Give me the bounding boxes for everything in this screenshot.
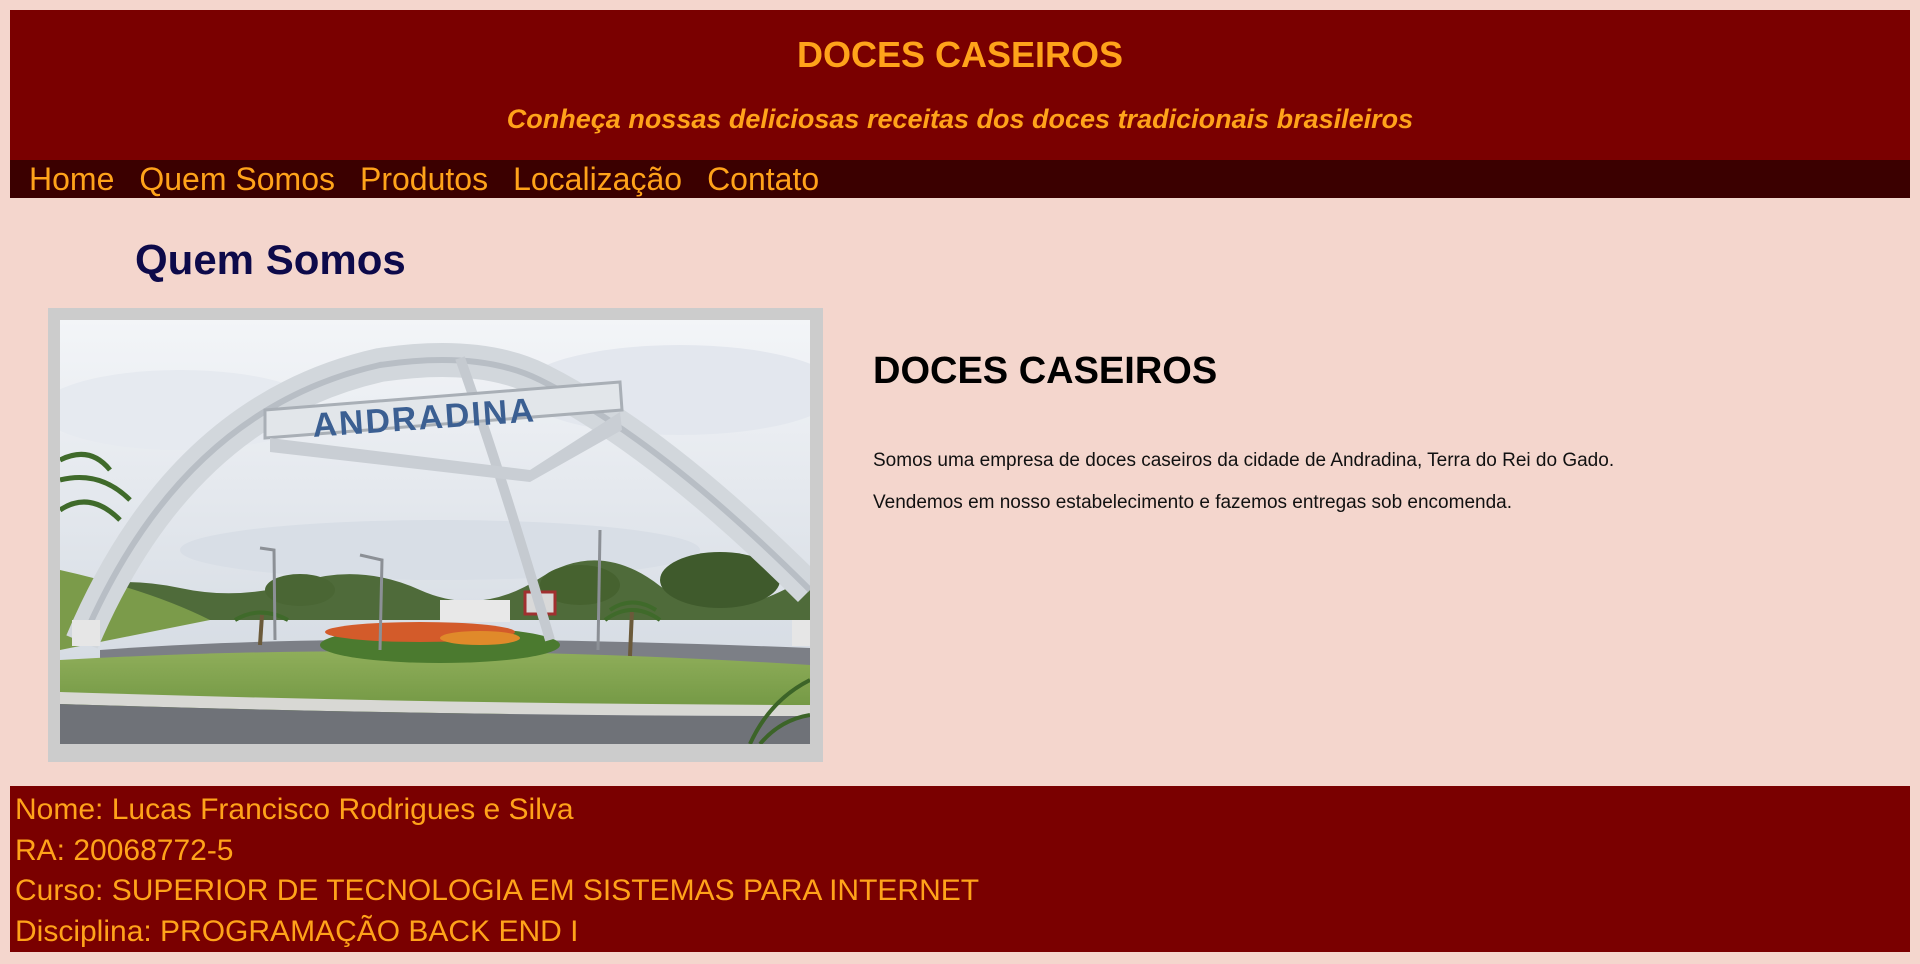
footer-course: Curso: SUPERIOR DE TECNOLOGIA EM SISTEMA…	[15, 874, 980, 907]
site-tagline: Conheça nossas deliciosas receitas dos d…	[506, 104, 1414, 134]
content-section: DOCES CASEIROS Somos uma empresa de doce…	[873, 350, 1853, 513]
footer-discipline: Disciplina: PROGRAMAÇÃO BACK END I	[15, 914, 579, 948]
footer-student-ra: RA: 20068772-5	[15, 833, 234, 867]
section-title: Quem Somos	[135, 236, 406, 283]
content-paragraph-1: Somos uma empresa de doces caseiros da c…	[873, 450, 1615, 471]
site-footer: Nome: Lucas Francisco Rodrigues e Silva …	[10, 786, 1910, 952]
site-title: DOCES CASEIROS	[796, 34, 1124, 75]
main-nav: Home Quem Somos Produtos Localização Con…	[10, 160, 1910, 198]
photo-frame: ANDRADINA	[48, 308, 823, 762]
content-title: DOCES CASEIROS	[873, 350, 1218, 392]
nav-link-localizacao[interactable]: Localização	[513, 160, 682, 198]
nav-link-contato[interactable]: Contato	[707, 160, 819, 198]
nav-link-quem-somos[interactable]: Quem Somos	[139, 160, 335, 198]
nav-link-home[interactable]: Home	[29, 160, 114, 198]
content-paragraph-2: Vendemos em nosso estabelecimento e faze…	[873, 492, 1512, 513]
nav-link-produtos[interactable]: Produtos	[360, 160, 488, 198]
footer-student-name: Nome: Lucas Francisco Rodrigues e Silva	[15, 793, 574, 826]
arch-illustration: ANDRADINA	[60, 320, 810, 744]
site-header: DOCES CASEIROS Conheça nossas deliciosas…	[10, 10, 1910, 160]
andradina-arch-photo: ANDRADINA	[60, 320, 810, 744]
